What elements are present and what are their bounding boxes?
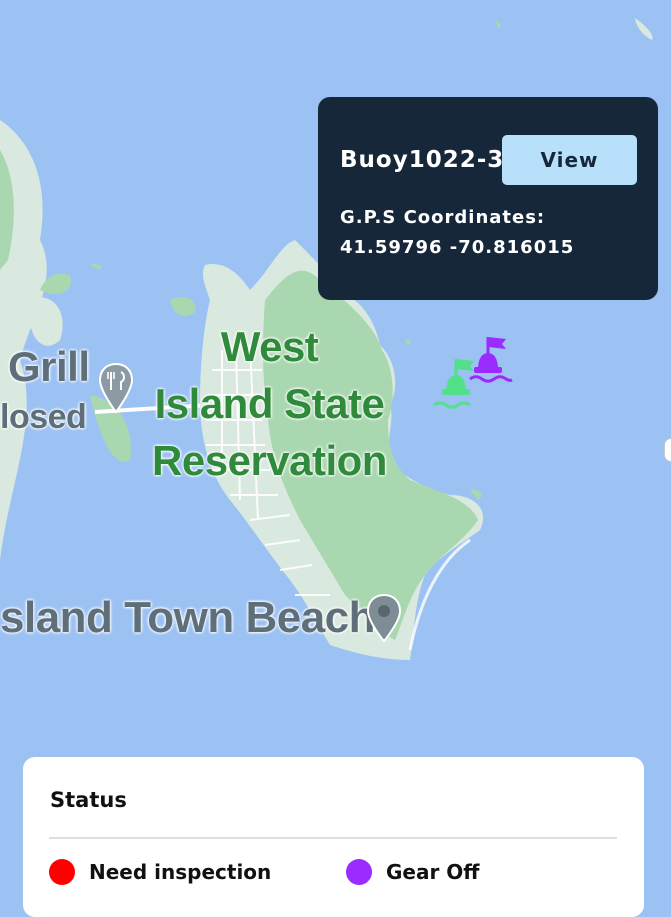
coordinates-label: G.P.S Coordinates: (340, 207, 546, 228)
fork-knife-icon[interactable] (98, 362, 134, 420)
status-dot-icon (346, 859, 372, 885)
view-button[interactable]: View (502, 135, 637, 185)
buoy-id: Buoy1022-3 (340, 147, 505, 173)
legend-item-gear-off: Gear Off (346, 859, 480, 885)
park-label-line: West (220, 323, 319, 370)
restaurant-status: losed (0, 398, 87, 436)
park-label-line: Reservation (152, 437, 387, 484)
park-label-line: Island State (154, 380, 385, 427)
status-title: Status (50, 788, 127, 812)
divider (49, 837, 617, 839)
legend-label: Gear Off (386, 860, 480, 884)
buoy-info-popup: Buoy1022-3 View G.P.S Coordinates: 41.59… (318, 97, 658, 300)
restaurant-label: Grill (8, 343, 90, 390)
legend-label: Need inspection (89, 860, 272, 884)
beach-label: sland Town Beach (0, 593, 376, 642)
legend-item-need-inspection: Need inspection (49, 859, 271, 885)
buoy-marker-icon[interactable] (428, 355, 484, 415)
map-pin-icon[interactable] (366, 593, 402, 649)
status-dot-icon (49, 859, 75, 885)
coordinates-value: 41.59796 -70.816015 (340, 237, 575, 258)
status-panel: Status Need inspection Gear Off (23, 757, 644, 917)
park-label: West Island State Reservation (142, 318, 397, 489)
edge-drag-handle[interactable] (664, 438, 671, 462)
